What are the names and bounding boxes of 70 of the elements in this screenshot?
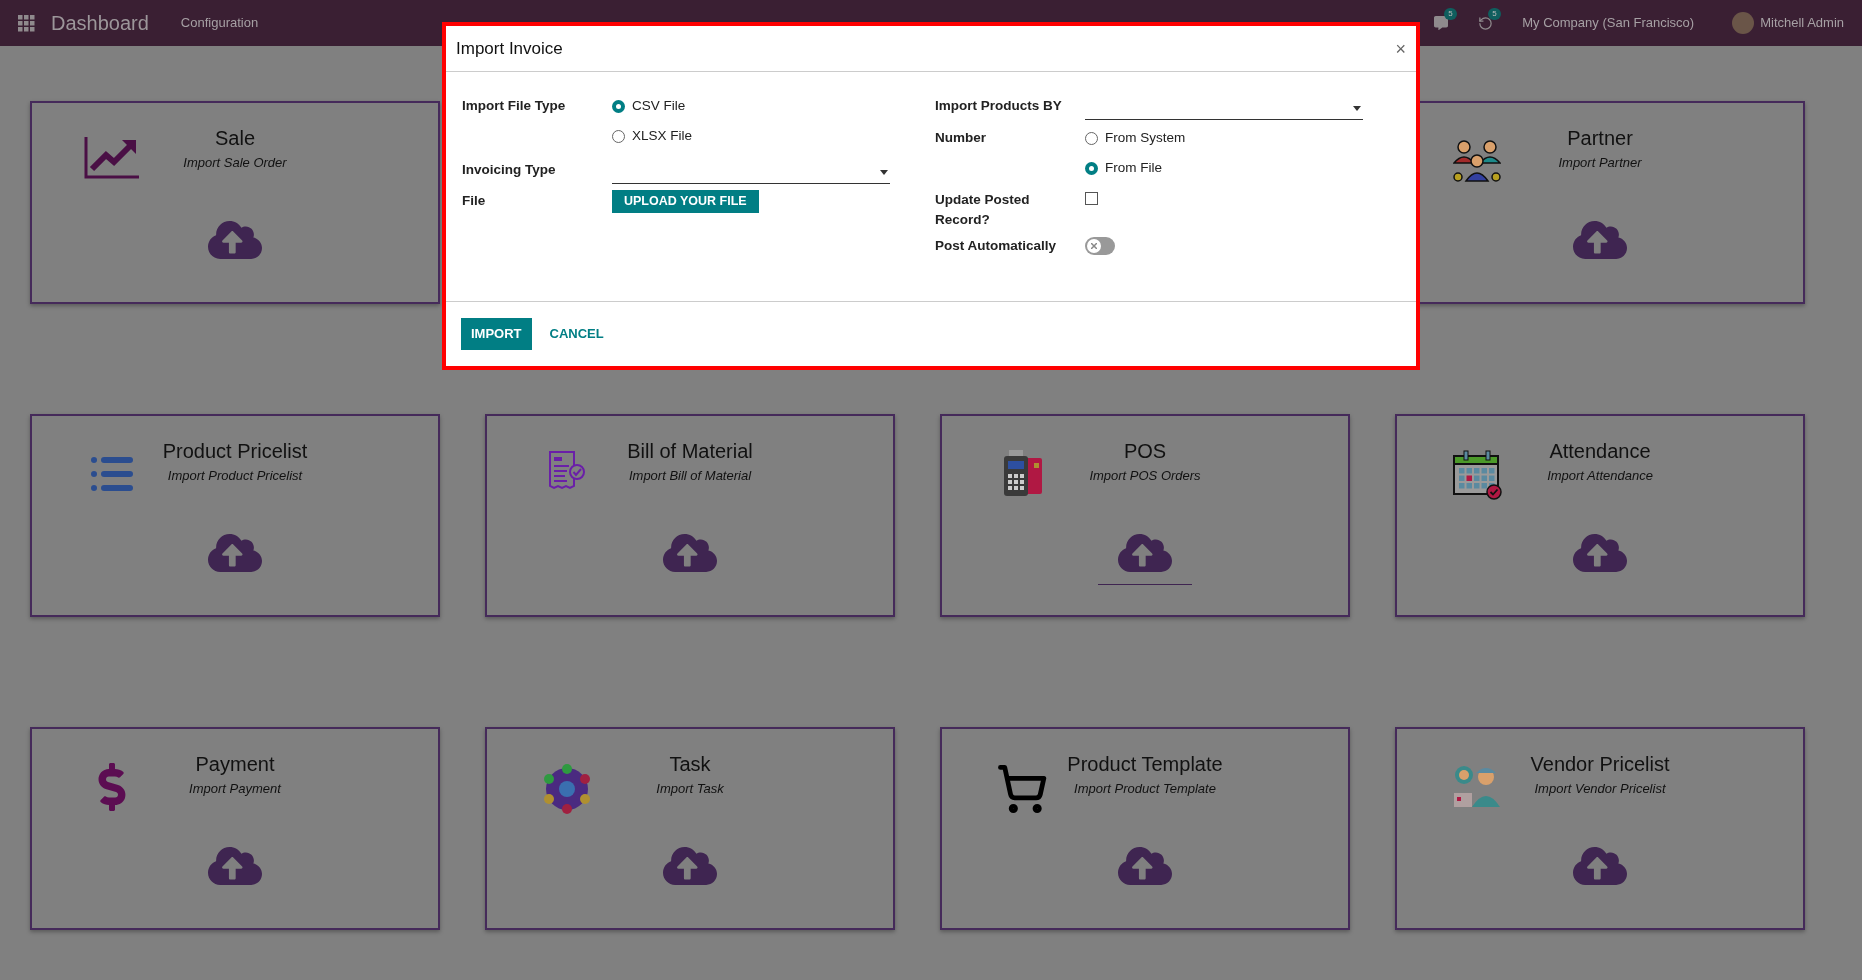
card-title: Bill of Material [627, 439, 753, 464]
message-count-badge: 5 [1444, 8, 1457, 20]
import-card[interactable]: Sale Import Sale Order [30, 101, 440, 304]
dialog-title: Import Invoice [456, 37, 563, 60]
card-title: Vendor Pricelist [1530, 752, 1670, 777]
toggle-switch[interactable] [1085, 237, 1115, 256]
card-subtitle: Import Sale Order [183, 154, 287, 172]
radio-button[interactable] [1085, 161, 1098, 175]
card-subtitle: Import Task [656, 780, 724, 798]
import-card[interactable]: Task Import Task [485, 727, 895, 930]
import-card[interactable]: Product Template Import Product Template [940, 727, 1350, 930]
x-icon [1091, 243, 1097, 250]
close-button[interactable]: × [1395, 39, 1406, 58]
card-subtitle: Import Attendance [1547, 467, 1653, 485]
radio-option[interactable]: From File [1085, 158, 1186, 178]
apps-grid-icon[interactable] [18, 14, 35, 32]
field-label: Invoicing Type [462, 160, 557, 179]
shopping-cart-icon [996, 763, 1048, 815]
field-label: Number [935, 129, 987, 147]
card-subtitle: Import Partner [1558, 154, 1642, 172]
card-title: Partner [1567, 126, 1633, 151]
field-label: Import Products BY [935, 96, 1063, 115]
card-subtitle: Import Payment [189, 780, 281, 798]
radio-button[interactable] [1085, 131, 1098, 145]
receipt-check-icon [547, 450, 587, 490]
card-title: Payment [195, 752, 275, 777]
app-title[interactable]: Dashboard [51, 8, 149, 38]
upload-file-button[interactable]: UPLOAD YOUR FILE [612, 190, 759, 213]
user-avatar [1732, 12, 1755, 34]
import-card[interactable]: Bill of Material Import Bill of Material [485, 414, 895, 617]
import-card[interactable]: Vendor Pricelist Import Vendor Pricelist [1395, 727, 1805, 930]
card-subtitle: Import POS Orders [1089, 467, 1201, 485]
radio-option[interactable]: CSV File [612, 96, 693, 116]
trend-chart-icon [84, 137, 140, 179]
task-network-icon [541, 763, 593, 815]
menu-item[interactable]: Configuration [180, 13, 259, 33]
import-card[interactable]: POS Import POS Orders [940, 414, 1350, 617]
field-label: File [462, 192, 487, 211]
calendar-check-icon [1452, 450, 1502, 500]
field-label: Update Posted Record? [935, 191, 1031, 229]
people-group-icon [1453, 137, 1501, 185]
card-subtitle: Import Product Pricelist [167, 467, 303, 485]
field-label: Import File Type [462, 97, 567, 115]
radio-option[interactable]: XLSX File [612, 126, 693, 146]
checkbox[interactable] [1085, 192, 1098, 205]
radio-button[interactable] [612, 99, 625, 113]
import-card[interactable]: Product Pricelist Import Product Pricelist [30, 414, 440, 617]
company-switcher[interactable]: My Company (San Francisco) [1522, 13, 1695, 33]
radio-button[interactable] [612, 129, 625, 143]
activity-count-badge: 5 [1488, 8, 1501, 20]
card-title: Attendance [1549, 439, 1651, 464]
card-title: Task [669, 752, 711, 777]
cancel-button[interactable]: CANCEL [547, 318, 606, 350]
caret-icon [880, 170, 888, 175]
radio-option[interactable]: From System [1085, 128, 1186, 148]
chat-icon[interactable] [1434, 16, 1449, 30]
caret-icon [1353, 106, 1361, 111]
card-subtitle: Import Vendor Pricelist [1534, 780, 1666, 798]
card-subtitle: Import Product Template [1074, 780, 1216, 798]
user-menu[interactable]: Mitchell Admin [1760, 13, 1844, 33]
import-card[interactable]: Payment Import Payment [30, 727, 440, 930]
field-label: Post Automatically [935, 237, 1058, 255]
vendor-people-icon [1452, 763, 1502, 809]
card-subtitle: Import Bill of Material [628, 467, 752, 485]
card-title: POS [1123, 439, 1167, 464]
import-card[interactable]: Attendance Import Attendance [1395, 414, 1805, 617]
card-title: Product Template [1067, 752, 1223, 777]
card-title: Product Pricelist [162, 439, 308, 464]
card-title: Sale [215, 126, 255, 151]
import-button[interactable]: IMPORT [461, 318, 532, 350]
